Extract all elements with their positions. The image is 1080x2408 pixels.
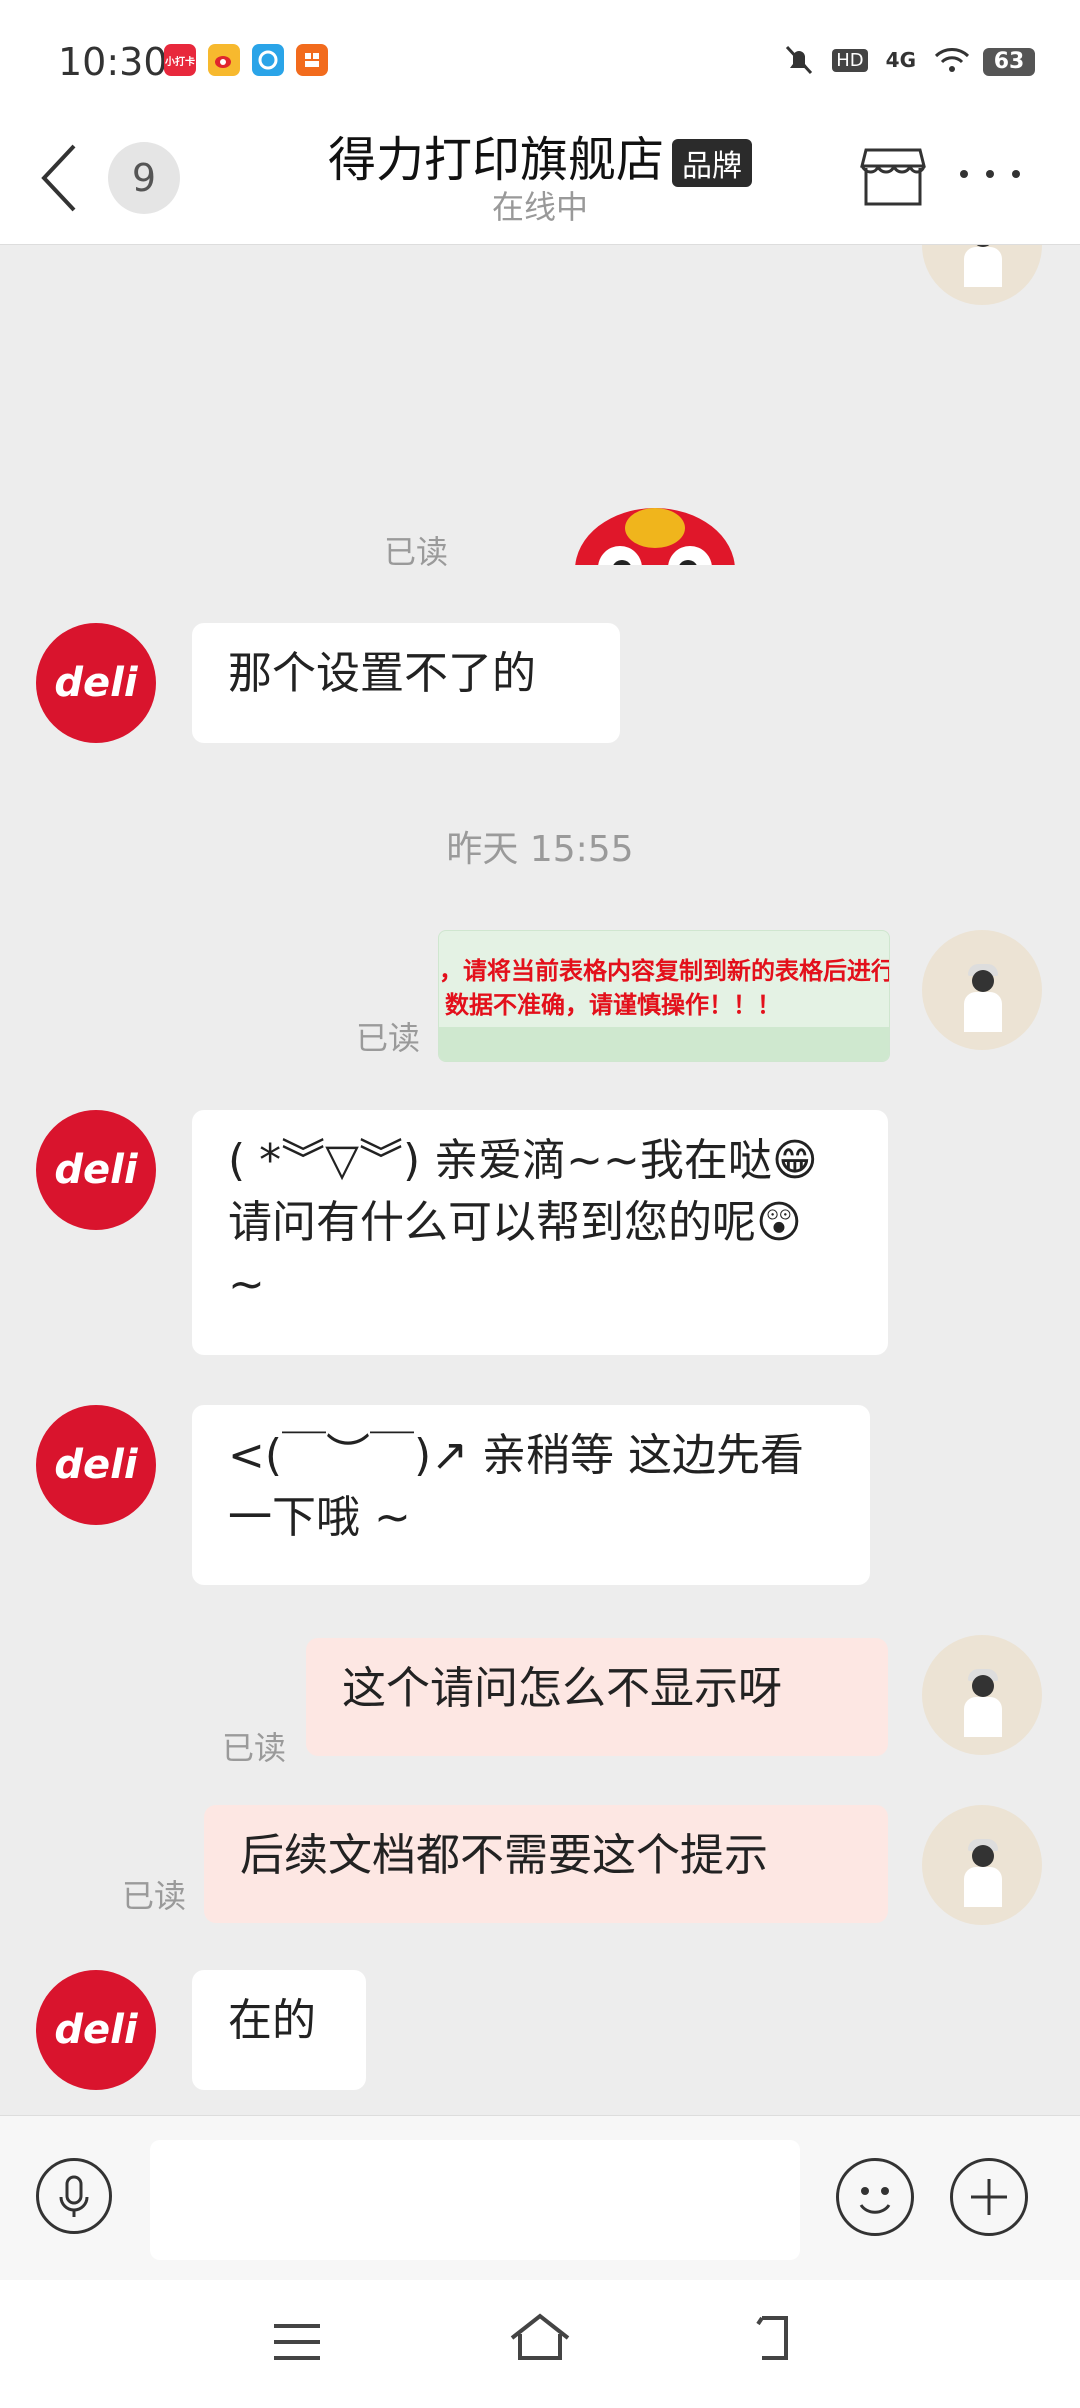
plus-icon bbox=[971, 2179, 1007, 2215]
user-avatar[interactable] bbox=[922, 1805, 1042, 1925]
read-status: 已读 bbox=[356, 1019, 421, 1057]
store-button[interactable] bbox=[860, 146, 926, 212]
more-actions-button[interactable] bbox=[950, 2158, 1028, 2236]
more-dot-icon bbox=[1012, 170, 1020, 178]
mute-icon bbox=[786, 45, 813, 75]
app-icon-3 bbox=[252, 44, 284, 76]
shop-avatar[interactable]: deli bbox=[36, 1970, 156, 2090]
brand-badge: 品牌 bbox=[672, 139, 752, 187]
shop-avatar[interactable]: deli bbox=[36, 1110, 156, 1230]
more-dot-icon bbox=[960, 170, 968, 178]
read-status: 已读 bbox=[384, 533, 449, 571]
chat-messages-area[interactable]: 已读 deli 那个设置不了的 昨天 15:55 已读 ，请将当前表格内容复制到… bbox=[0, 245, 1080, 2115]
more-options-button[interactable] bbox=[960, 170, 1020, 178]
status-app-icons: 小打卡 bbox=[164, 44, 328, 76]
image-message[interactable]: ，请将当前表格内容复制到新的表格后进行 数据不准确，请谨慎操作！！！ bbox=[438, 930, 890, 1062]
sticker-image bbox=[575, 508, 735, 565]
message-input-bar bbox=[0, 2115, 1080, 2281]
wifi-icon bbox=[934, 48, 970, 72]
message-bubble-received[interactable]: ( *︾▽︾) 亲爱滴~~我在哒😁请问有什么可以帮到您的呢😲 ~ bbox=[192, 1110, 888, 1355]
system-icons: HD 4G bbox=[784, 44, 970, 76]
store-icon bbox=[860, 148, 926, 206]
battery-icon: 63 bbox=[983, 48, 1035, 76]
menu-icon bbox=[274, 2324, 320, 2360]
emoji-button[interactable] bbox=[836, 2158, 914, 2236]
chat-header: 9 得力打印旗舰店 品牌 在线中 bbox=[0, 110, 1080, 245]
smiley-icon bbox=[859, 2187, 891, 2214]
image-text-line: 数据不准确，请谨慎操作！！！ bbox=[445, 991, 781, 1019]
status-bar: 10:30 小打卡 HD 4G 63 bbox=[0, 0, 1080, 110]
app-icon-4 bbox=[296, 44, 328, 76]
shop-avatar[interactable]: deli bbox=[36, 623, 156, 743]
read-status: 已读 bbox=[122, 1877, 187, 1915]
microphone-icon bbox=[59, 2175, 89, 2217]
home-button[interactable] bbox=[508, 2312, 572, 2368]
shop-avatar[interactable]: deli bbox=[36, 1405, 156, 1525]
network-4g-icon: 4G bbox=[885, 48, 916, 72]
sticker-message[interactable] bbox=[570, 490, 740, 565]
message-bubble-received[interactable]: <(￣︶￣)↗ 亲稍等 这边先看一下哦 ~ bbox=[192, 1405, 870, 1585]
status-time: 10:30 bbox=[58, 40, 168, 84]
message-timestamp: 昨天 15:55 bbox=[446, 829, 634, 870]
message-bubble-received[interactable]: 那个设置不了的 bbox=[192, 623, 620, 743]
message-bubble-sent[interactable]: 后续文档都不需要这个提示 bbox=[204, 1805, 888, 1923]
user-avatar[interactable] bbox=[922, 930, 1042, 1050]
message-input[interactable] bbox=[150, 2140, 800, 2260]
system-navigation-bar bbox=[0, 2280, 1080, 2408]
weibo-icon bbox=[208, 44, 240, 76]
more-dot-icon bbox=[986, 170, 994, 178]
read-status: 已读 bbox=[222, 1729, 287, 1767]
user-avatar[interactable] bbox=[922, 245, 1042, 305]
voice-button[interactable] bbox=[36, 2158, 112, 2234]
menu-button[interactable] bbox=[272, 2320, 322, 2368]
hd-icon: HD bbox=[832, 48, 868, 72]
message-bubble-received[interactable]: 在的 bbox=[192, 1970, 366, 2090]
user-avatar[interactable] bbox=[922, 1635, 1042, 1755]
page-title: 得力打印旗舰店 bbox=[327, 132, 664, 188]
spreadsheet-row bbox=[439, 1027, 889, 1061]
image-text-line: ，请将当前表格内容复制到新的表格后进行 bbox=[439, 957, 890, 985]
back-nav-button[interactable] bbox=[756, 2312, 808, 2368]
message-bubble-sent[interactable]: 这个请问怎么不显示呀 bbox=[306, 1638, 888, 1756]
home-icon bbox=[510, 2313, 570, 2360]
return-icon bbox=[756, 2316, 788, 2360]
app-icon-1: 小打卡 bbox=[164, 44, 196, 76]
